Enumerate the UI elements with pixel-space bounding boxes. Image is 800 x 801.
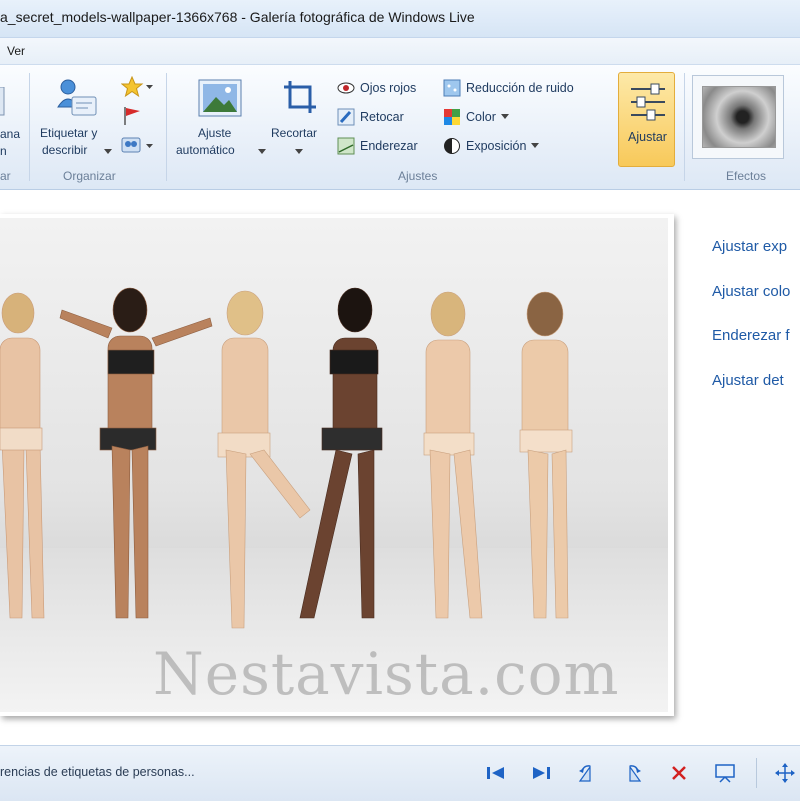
menu-bar: Ver	[0, 38, 800, 64]
ajustes-group-label: Ajustes	[398, 169, 438, 183]
straighten-label: Enderezar	[360, 139, 418, 153]
left-group-label: ar	[0, 169, 11, 183]
flag-icon[interactable]	[121, 105, 145, 127]
straighten-icon	[337, 137, 355, 155]
left-button-label-1: ana	[0, 127, 21, 141]
effect-thumbnail[interactable]	[692, 75, 784, 159]
auto-adjust-icon	[198, 79, 242, 117]
chevron-down-icon	[258, 149, 266, 154]
delete-button[interactable]	[666, 760, 692, 786]
ribbon-separator	[684, 73, 685, 181]
zoom-fit-button[interactable]	[772, 760, 798, 786]
noise-reduction-button[interactable]: Reducción de ruido	[443, 77, 574, 99]
retouch-label: Retocar	[360, 110, 404, 124]
exposure-button[interactable]: Exposición	[443, 135, 540, 157]
straighten-button[interactable]: Enderezar	[337, 135, 418, 157]
rotate-right-icon	[629, 765, 642, 782]
title-bar: a_secret_models-wallpaper-1366x768 - Gal…	[0, 0, 800, 38]
adjust-button[interactable]: Ajustar	[618, 72, 675, 167]
ribbon: ana n ar Etiquetar y describir Organizar	[0, 64, 800, 190]
next-button[interactable]	[528, 760, 554, 786]
photo-icon	[0, 87, 5, 116]
adjust-sliders-icon	[631, 83, 665, 121]
rotate-right-button[interactable]	[620, 760, 646, 786]
noise-reduction-icon	[443, 79, 461, 97]
crop-label: Recortar	[271, 126, 318, 140]
auto-adjust-label-2: automático	[176, 143, 235, 157]
window-title: a_secret_models-wallpaper-1366x768 - Gal…	[0, 9, 475, 25]
people-tag-icon[interactable]	[121, 135, 155, 157]
status-bar: rencias de etiquetas de personas...	[0, 745, 800, 801]
efectos-group-label: Efectos	[726, 169, 767, 183]
exposure-icon	[444, 138, 460, 154]
adjust-label: Ajustar	[628, 130, 667, 144]
ribbon-separator	[29, 73, 30, 181]
crop-icon	[284, 81, 316, 113]
red-eye-label: Ojos rojos	[360, 81, 417, 95]
slideshow-icon	[715, 764, 735, 783]
menu-item-ver[interactable]: Ver	[7, 44, 25, 58]
tag-person-icon	[57, 79, 97, 116]
organizar-group-label: Organizar	[63, 169, 116, 183]
chevron-down-icon	[500, 114, 509, 119]
fit-to-window-icon	[775, 763, 795, 783]
side-link-straighten[interactable]: Enderezar f	[712, 327, 790, 344]
photo-canvas[interactable]	[0, 218, 668, 712]
chevron-down-icon	[531, 143, 540, 148]
eye-icon	[337, 82, 355, 94]
auto-adjust-label-1: Ajuste	[198, 126, 232, 140]
tag-describe-label-2: describir	[42, 143, 88, 157]
rotate-left-icon	[578, 765, 591, 782]
chevron-down-icon	[295, 149, 303, 154]
photo-image	[0, 287, 668, 712]
retouch-brush-icon	[337, 108, 355, 126]
previous-button[interactable]	[483, 760, 509, 786]
color-label: Color	[466, 110, 496, 124]
slideshow-button[interactable]	[712, 760, 738, 786]
tag-describe-label-1: Etiquetar y	[40, 126, 98, 140]
chevron-down-icon	[104, 149, 112, 154]
watermark-text: Nestavista.com	[153, 640, 620, 708]
star-rating-icon[interactable]	[121, 76, 155, 98]
delete-x-icon	[672, 766, 686, 780]
side-link-color[interactable]: Ajustar colo	[712, 283, 790, 300]
side-link-exposure[interactable]: Ajustar exp	[712, 238, 787, 255]
color-button[interactable]: Color	[443, 106, 509, 128]
noise-reduction-label: Reducción de ruido	[466, 81, 574, 95]
retouch-button[interactable]: Retocar	[337, 106, 404, 128]
status-text: rencias de etiquetas de personas...	[0, 765, 195, 779]
side-link-detail[interactable]: Ajustar det	[712, 372, 784, 389]
exposure-label: Exposición	[466, 139, 527, 153]
statusbar-separator	[756, 758, 757, 788]
left-button-label-2: n	[0, 144, 7, 158]
skip-next-icon	[533, 767, 550, 779]
skip-previous-icon	[487, 767, 504, 779]
red-eye-button[interactable]: Ojos rojos	[337, 77, 416, 99]
ribbon-separator	[166, 73, 167, 181]
rotate-left-button[interactable]	[574, 760, 600, 786]
effect-preview-image	[702, 86, 776, 148]
color-palette-icon	[444, 109, 460, 125]
